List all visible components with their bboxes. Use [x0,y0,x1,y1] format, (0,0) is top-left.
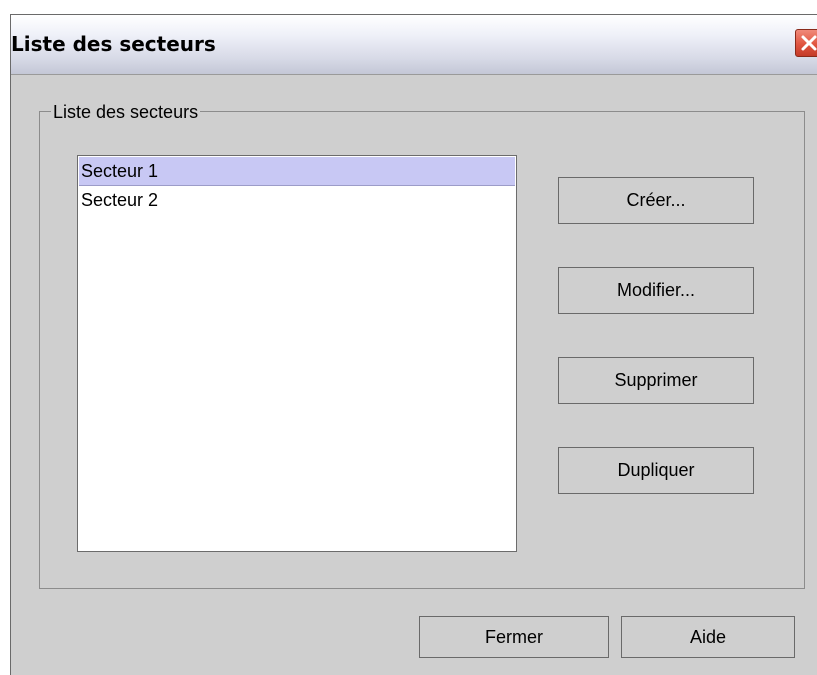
modify-button[interactable]: Modifier... [558,267,754,314]
sector-list[interactable]: Secteur 1 Secteur 2 [77,155,517,552]
duplicate-button[interactable]: Dupliquer [558,447,754,494]
create-button[interactable]: Créer... [558,177,754,224]
delete-button[interactable]: Supprimer [558,357,754,404]
list-item[interactable]: Secteur 1 [79,157,515,186]
help-button[interactable]: Aide [621,616,795,658]
close-button[interactable] [795,29,817,57]
title-bar[interactable]: Liste des secteurs [11,15,817,75]
window-title: Liste des secteurs [11,32,216,56]
close-icon [801,35,817,51]
dialog-window: Liste des secteurs Liste des secteurs Se… [10,14,817,675]
close-dialog-button[interactable]: Fermer [419,616,609,658]
list-item[interactable]: Secteur 2 [79,186,515,215]
group-legend: Liste des secteurs [51,102,201,123]
